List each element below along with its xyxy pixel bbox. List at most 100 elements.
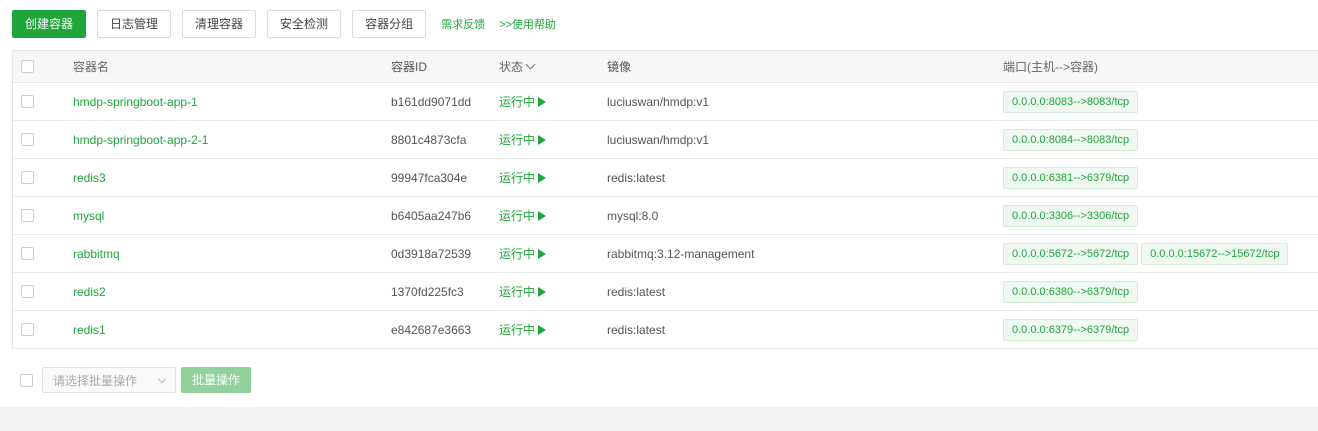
table-row: redis1 e842687e3663 运行中 redis:latest 0.0.0.0… [13,311,1318,349]
container-name-link[interactable]: redis2 [73,285,106,299]
table-row: hmdp-springboot-app-1 b161dd9071dd 运行中 luci… [13,83,1318,121]
ports-cell: 0.0.0.0:8083-->8083/tcp [1003,83,1141,120]
container-id: 1370fd225fc3 [391,284,464,299]
batch-operation-button[interactable]: 批量操作 [181,367,252,393]
row-checkbox[interactable] [21,285,34,298]
port-mapping-tag: 0.0.0.0:15672-->15672/tcp [1141,242,1289,265]
header-status-sort[interactable]: 状态 [499,51,536,82]
ports-cell: 0.0.0.0:6380-->6379/tcp [1003,273,1141,310]
table-row: redis3 99947fca304e 运行中 redis:latest 0.0.0.0… [13,159,1318,197]
port-mapping-tag: 0.0.0.0:3306-->3306/tcp [1003,204,1139,227]
row-select-cell [21,311,34,348]
batch-bar: 请选择批量操作 批量操作 [20,367,252,393]
header-ports: 端口(主机-->容器) [1003,60,1098,74]
status-toggle[interactable]: 运行中 [499,93,547,110]
status-label: 运行中 [499,209,536,223]
header-status-label: 状态 [499,60,524,74]
container-name-link[interactable]: hmdp-springboot-app-1 [73,95,198,109]
table-row: redis2 1370fd225fc3 运行中 redis:latest 0.0.0.0… [13,273,1318,311]
row-checkbox[interactable] [21,133,34,146]
port-mapping-tag: 0.0.0.0:6380-->6379/tcp [1003,280,1139,303]
status-label: 运行中 [499,247,536,261]
row-checkbox[interactable] [21,209,34,222]
row-checkbox[interactable] [21,247,34,260]
create-container-button[interactable]: 创建容器 [12,10,87,38]
security-check-button[interactable]: 安全检测 [267,10,342,38]
port-mapping-tag: 0.0.0.0:6381-->6379/tcp [1003,166,1139,189]
container-name-link[interactable]: hmdp-springboot-app-2-1 [73,133,208,147]
status-label: 运行中 [499,323,536,337]
row-select-cell [21,121,34,158]
container-name-link[interactable]: redis3 [73,171,106,185]
play-icon [538,96,547,107]
batch-select-placeholder: 请选择批量操作 [53,373,138,388]
status-cell: 运行中 [499,273,547,310]
log-management-button[interactable]: 日志管理 [97,10,172,38]
port-mapping-tag: 0.0.0.0:6379-->6379/tcp [1003,318,1139,341]
container-id: b6405aa247b6 [391,208,472,223]
batch-operation-select[interactable]: 请选择批量操作 [42,367,176,393]
status-toggle[interactable]: 运行中 [499,245,547,262]
container-name-cell: rabbitmq [73,235,120,272]
container-table: 容器名 容器ID 状态 镜像 端口(主机-->容器) hmdp-springbo… [12,50,1318,349]
status-label: 运行中 [499,95,536,109]
help-link[interactable]: >>使用帮助 [499,16,556,32]
chevron-down-icon [157,374,167,383]
status-cell: 运行中 [499,121,547,158]
status-cell: 运行中 [499,159,547,196]
container-id: 0d3918a72539 [391,246,472,261]
row-checkbox[interactable] [21,171,34,184]
table-body: hmdp-springboot-app-1 b161dd9071dd 运行中 luci… [13,83,1318,349]
feedback-link[interactable]: 需求反馈 [441,16,485,32]
status-label: 运行中 [499,285,536,299]
status-label: 运行中 [499,133,536,147]
container-name-link[interactable]: rabbitmq [73,247,120,261]
container-name-cell: redis2 [73,273,106,310]
chevron-down-icon [525,59,536,70]
status-toggle[interactable]: 运行中 [499,283,547,300]
image-name: redis:latest [607,322,666,337]
play-icon [538,172,547,183]
port-mapping-tag: 0.0.0.0:8083-->8083/tcp [1003,90,1139,113]
image-name: redis:latest [607,170,666,185]
table-header: 容器名 容器ID 状态 镜像 端口(主机-->容器) [13,50,1318,83]
batch-select-all-checkbox[interactable] [20,373,33,387]
row-checkbox[interactable] [21,323,34,336]
image-name: luciuswan/hmdp:v1 [607,94,710,109]
play-icon [538,248,547,259]
container-name-cell: mysql [73,197,104,234]
container-name-cell: hmdp-springboot-app-2-1 [73,121,208,158]
row-select-cell [21,235,34,272]
cleanup-containers-button[interactable]: 清理容器 [182,10,257,38]
image-name: rabbitmq:3.12-management [607,246,755,261]
status-toggle[interactable]: 运行中 [499,321,547,338]
container-groups-button[interactable]: 容器分组 [352,10,427,38]
ports-cell: 0.0.0.0:5672-->5672/tcp 0.0.0.0:15672-->1… [1003,235,1291,272]
row-checkbox[interactable] [21,95,34,108]
port-mapping-tag: 0.0.0.0:5672-->5672/tcp [1003,242,1139,265]
play-icon [538,134,547,145]
status-toggle[interactable]: 运行中 [499,169,547,186]
container-id: e842687e3663 [391,322,472,337]
image-name: mysql:8.0 [607,208,659,223]
status-toggle[interactable]: 运行中 [499,131,547,148]
status-cell: 运行中 [499,83,547,120]
ports-cell: 0.0.0.0:6379-->6379/tcp [1003,311,1141,348]
play-icon [538,324,547,335]
select-all-cell [21,51,34,82]
status-toggle[interactable]: 运行中 [499,207,547,224]
header-id: 容器ID [391,60,428,74]
container-id: 99947fca304e [391,170,468,185]
container-name-link[interactable]: redis1 [73,323,106,337]
ports-cell: 0.0.0.0:3306-->3306/tcp [1003,197,1141,234]
status-cell: 运行中 [499,235,547,272]
status-cell: 运行中 [499,197,547,234]
row-select-cell [21,197,34,234]
table-row: hmdp-springboot-app-2-1 8801c4873cfa 运行中 lu… [13,121,1318,159]
table-row: rabbitmq 0d3918a72539 运行中 rabbitmq:3.12-man… [13,235,1318,273]
play-icon [538,286,547,297]
header-image: 镜像 [607,60,632,74]
container-name-link[interactable]: mysql [73,209,104,223]
select-all-checkbox[interactable] [21,60,34,73]
page-bottom-band [0,407,1318,431]
